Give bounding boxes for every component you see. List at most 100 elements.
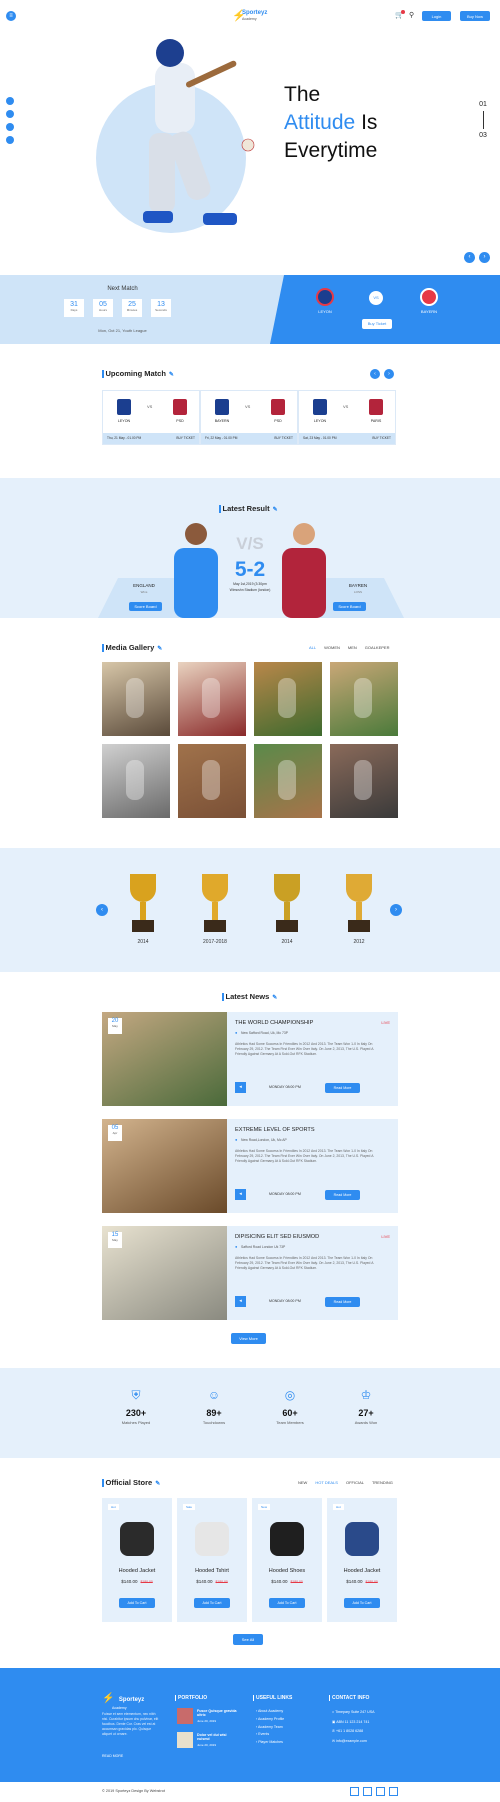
add-to-cart-button[interactable]: Add To Cart: [119, 1598, 155, 1608]
trophy-cup: [130, 874, 156, 902]
filter-goalkeeper[interactable]: GOALKEPER: [365, 645, 390, 650]
footer-post-2[interactable]: Dolor vel dui wisi euismd June 20, 2019: [177, 1732, 237, 1750]
upcoming-prev-arrow[interactable]: ‹: [370, 369, 380, 379]
buy-ticket-button[interactable]: Buy Ticket: [362, 319, 392, 329]
facebook-icon[interactable]: [6, 97, 14, 105]
buy-ticket-link[interactable]: BUY TICKET: [176, 436, 195, 440]
store-filter-trending[interactable]: TRENDING: [372, 1480, 393, 1485]
twitter-icon[interactable]: [363, 1787, 372, 1796]
news-headline[interactable]: THE WORLD CHAMPIONSHIP: [235, 1020, 313, 1026]
match-vs: VS: [245, 404, 251, 409]
left-scoreboard-button[interactable]: Score Board: [129, 602, 162, 611]
store-filter-official[interactable]: OFFICIAL: [346, 1480, 364, 1485]
gallery-photo[interactable]: [178, 744, 246, 818]
footer-link[interactable]: › About Academy: [256, 1708, 284, 1716]
footer-post-thumb: [177, 1708, 193, 1724]
gallery-photo[interactable]: [102, 744, 170, 818]
gallery-photo[interactable]: [330, 744, 398, 818]
match-bar: Sat, 23 May - 01.00 PM BUY TICKET: [299, 433, 395, 444]
buy-ticket-link[interactable]: BUY TICKET: [372, 436, 391, 440]
filter-women[interactable]: WOMEN: [324, 645, 340, 650]
see-all-button[interactable]: See All: [233, 1634, 263, 1645]
share-icon[interactable]: ◂: [235, 1296, 246, 1307]
add-to-cart-button[interactable]: Add To Cart: [269, 1598, 305, 1608]
share-icon[interactable]: ◂: [235, 1082, 246, 1093]
share-icon[interactable]: ◂: [235, 1189, 246, 1200]
gallery-photo[interactable]: [254, 662, 322, 736]
read-more-button[interactable]: Read More: [325, 1297, 360, 1307]
footer-link[interactable]: › Academy Team: [256, 1724, 284, 1732]
product-name[interactable]: Hooded Tshirt: [177, 1568, 247, 1574]
cart-badge: [401, 10, 405, 14]
news-photo[interactable]: 05 Apr: [102, 1119, 227, 1213]
logo[interactable]: ⚡ Sporteyz Academy: [232, 8, 272, 24]
product-image[interactable]: [120, 1522, 154, 1556]
trophy-item[interactable]: 2012: [334, 874, 384, 954]
contact-email[interactable]: ✉ info@example.com: [332, 1737, 375, 1747]
footer-read-more[interactable]: READ MORE: [102, 1754, 123, 1758]
news-headline[interactable]: DIPISICING ELIT SED EIUSMOD: [235, 1234, 319, 1240]
product-image[interactable]: [270, 1522, 304, 1556]
stat-item: ⛨ 230+ Matches Played: [108, 1388, 164, 1438]
trophy-prev-arrow[interactable]: ‹: [96, 904, 108, 916]
product-price-row: $140.00 $180.00: [327, 1579, 397, 1584]
hero-accent-word: Attitude: [284, 111, 356, 134]
footer-post-thumb: [177, 1732, 193, 1748]
login-button[interactable]: Login: [422, 11, 451, 21]
store-section: Official Store ✎ NEW HOT DEALS OFFICIAL T…: [0, 1458, 500, 1668]
trophy-item[interactable]: 2017-2018: [190, 874, 240, 954]
product-image[interactable]: [195, 1522, 229, 1556]
gallery-photo[interactable]: [330, 662, 398, 736]
product-badge: Sale: [183, 1504, 196, 1510]
store-filter-new[interactable]: NEW: [298, 1480, 307, 1485]
news-photo[interactable]: 15 May: [102, 1226, 227, 1320]
footer-link[interactable]: › Player Matches: [256, 1739, 284, 1747]
gallery-photo[interactable]: [178, 662, 246, 736]
facebook-icon[interactable]: [350, 1787, 359, 1796]
youtube-icon[interactable]: [6, 123, 14, 131]
product-image[interactable]: [345, 1522, 379, 1556]
hero-line2: Attitude Is: [284, 109, 377, 137]
gallery-photo[interactable]: [102, 662, 170, 736]
trophy-next-arrow[interactable]: ›: [390, 904, 402, 916]
product-name[interactable]: Hooded Jacket: [327, 1568, 397, 1574]
hero-prev-arrow[interactable]: ‹: [464, 252, 475, 263]
footer-logo[interactable]: ⚡ Sporteyz Academy: [102, 1688, 144, 1710]
hero-heading: The Attitude Is Everytime: [284, 81, 377, 165]
trophy-base: [204, 920, 226, 932]
buy-ticket-link[interactable]: BUY TICKET: [274, 436, 293, 440]
slide-total: 03: [479, 132, 487, 139]
trophy-year: 2014: [281, 939, 293, 945]
footer-link[interactable]: › Academy Profile: [256, 1716, 284, 1724]
add-to-cart-button[interactable]: Add To Cart: [194, 1598, 230, 1608]
filter-men[interactable]: MEN: [348, 645, 357, 650]
hero-next-arrow[interactable]: ›: [479, 252, 490, 263]
search-icon[interactable]: ⚲: [409, 11, 414, 19]
news-headline[interactable]: EXTREME LEVEL OF SPORTS: [235, 1127, 315, 1133]
read-more-button[interactable]: Read More: [325, 1083, 360, 1093]
news-date-badge: 20 May: [108, 1018, 122, 1034]
product-name[interactable]: Hooded Jacket: [102, 1568, 172, 1574]
product-name[interactable]: Hooded Shoes: [252, 1568, 322, 1574]
footer-link[interactable]: › Events: [256, 1731, 284, 1739]
news-photo[interactable]: 20 May: [102, 1012, 227, 1106]
instagram-icon[interactable]: [389, 1787, 398, 1796]
shield-icon: ⛨: [131, 1388, 141, 1402]
view-more-button[interactable]: View More: [231, 1333, 266, 1344]
right-scoreboard-button[interactable]: Score Board: [333, 602, 366, 611]
youtube-icon[interactable]: [376, 1787, 385, 1796]
trophy-item[interactable]: 2014: [118, 874, 168, 954]
store-filter-hot-deals[interactable]: HOT DEALS: [315, 1480, 338, 1485]
twitter-icon[interactable]: [6, 110, 14, 118]
read-more-button[interactable]: Read More: [325, 1190, 360, 1200]
instagram-icon[interactable]: [6, 136, 14, 144]
slide-divider: [482, 111, 484, 129]
upcoming-next-arrow[interactable]: ›: [384, 369, 394, 379]
filter-all[interactable]: ALL: [309, 645, 316, 650]
gallery-photo[interactable]: [254, 744, 322, 818]
footer-post-1[interactable]: Fusce Quisque gravida ultric June 20, 20…: [177, 1708, 237, 1726]
buy-now-button[interactable]: Buy Now: [460, 11, 490, 21]
menu-icon[interactable]: ≡: [6, 11, 16, 21]
add-to-cart-button[interactable]: Add To Cart: [344, 1598, 380, 1608]
trophy-item[interactable]: 2014: [262, 874, 312, 954]
